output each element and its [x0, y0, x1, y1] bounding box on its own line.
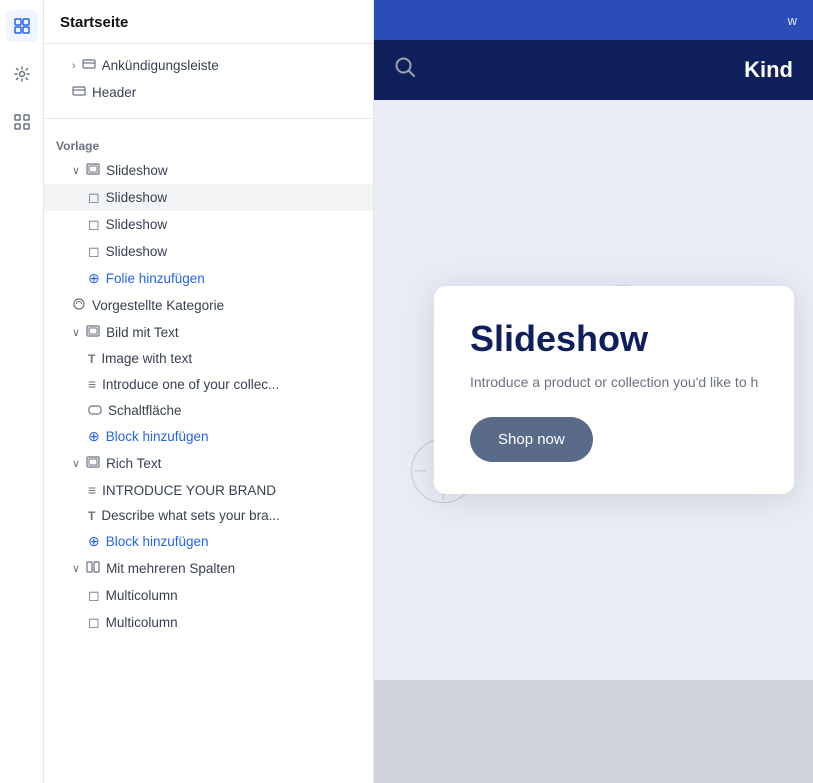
block-hinzufugen-2-button[interactable]: ⊕ Block hinzufügen: [44, 528, 373, 555]
rich-text-label: Rich Text: [106, 456, 361, 471]
slide-icon-1: ◻: [88, 189, 100, 206]
folie-hinzufugen-button[interactable]: ⊕ Folie hinzufügen: [44, 265, 373, 292]
sidebar-item-slideshow-3[interactable]: ◻ Slideshow: [44, 238, 373, 265]
topbar-text: w: [788, 13, 797, 28]
apps-icon[interactable]: [6, 106, 38, 138]
multi-icon-2: ◻: [88, 614, 100, 631]
btn-icon: [88, 402, 102, 418]
ankundigungsleiste-icon: [82, 57, 96, 74]
sections-icon[interactable]: [6, 10, 38, 42]
list-icon-2: ≡: [88, 482, 96, 498]
sidebar-item-rich-text[interactable]: ∨ Rich Text: [44, 450, 373, 477]
multicolumn-1-label: Multicolumn: [106, 588, 361, 603]
add-block-2-icon: ⊕: [88, 533, 100, 550]
image-with-text-label: Image with text: [101, 351, 361, 366]
brand-name: Kind: [744, 57, 793, 83]
vorlage-section: Vorlage ∨ Slideshow ◻ Slideshow ◻ Slides…: [44, 123, 373, 644]
mit-mehreren-label: Mit mehreren Spalten: [106, 561, 361, 576]
sidebar-item-bild-mit-text[interactable]: ∨ Bild mit Text: [44, 319, 373, 346]
sidebar-item-introduce-brand[interactable]: ≡ INTRODUCE YOUR BRAND: [44, 477, 373, 503]
block-hinzufugen-1-button[interactable]: ⊕ Block hinzufügen: [44, 423, 373, 450]
introduce-brand-label: INTRODUCE YOUR BRAND: [102, 483, 361, 498]
sidebar-item-header[interactable]: Header: [44, 79, 373, 106]
schaltflache-label: Schaltfläche: [108, 403, 361, 418]
sidebar-item-image-with-text[interactable]: T Image with text: [44, 346, 373, 371]
multicolumn-2-label: Multicolumn: [106, 615, 361, 630]
divider-1: [44, 118, 373, 119]
slideshow-2-label: Slideshow: [106, 217, 361, 232]
sidebar-content: › Ankündigungsleiste Header Vorlage: [44, 44, 373, 783]
preview-area: w Kind: [374, 0, 813, 783]
rich-text-icon: [86, 455, 100, 472]
sidebar-item-schaltflache[interactable]: Schaltfläche: [44, 397, 373, 423]
multi-icon-1: ◻: [88, 587, 100, 604]
sidebar-item-vorgestellte-kategorie[interactable]: Vorgestellte Kategorie: [44, 292, 373, 319]
introduce-one-label: Introduce one of your collec...: [102, 377, 361, 392]
spalten-icon: [86, 560, 100, 577]
sidebar-item-slideshow-1[interactable]: ◻ Slideshow: [44, 184, 373, 211]
sidebar-item-introduce-one[interactable]: ≡ Introduce one of your collec...: [44, 371, 373, 397]
slideshow-card-desc: Introduce a product or collection you'd …: [470, 372, 758, 393]
shop-now-button[interactable]: Shop now: [470, 417, 593, 462]
sidebar-item-mit-mehreren[interactable]: ∨ Mit mehreren Spalten: [44, 555, 373, 582]
list-icon-1: ≡: [88, 376, 96, 392]
slideshow-area: Slideshow Introduce a product or collect…: [374, 100, 813, 680]
sidebar-title: Startseite: [44, 0, 373, 44]
slideshow-card: Slideshow Introduce a product or collect…: [434, 286, 794, 494]
add-folie-icon: ⊕: [88, 270, 100, 287]
text-icon-1: T: [88, 352, 95, 366]
slideshow-card-title: Slideshow: [470, 318, 758, 360]
block-hinzufugen-1-label: Block hinzufügen: [106, 429, 361, 444]
slide-icon-2: ◻: [88, 216, 100, 233]
sidebar-item-slideshow-2[interactable]: ◻ Slideshow: [44, 211, 373, 238]
top-section: › Ankündigungsleiste Header: [44, 44, 373, 114]
sidebar-panel: Startseite › Ankündigungsleiste Header: [44, 0, 374, 783]
store-topbar: w: [374, 0, 813, 40]
describe-brand-label: Describe what sets your bra...: [101, 508, 361, 523]
bild-mit-text-icon: [86, 324, 100, 341]
spalten-chevron-icon: ∨: [72, 562, 80, 575]
slideshow-3-label: Slideshow: [106, 244, 361, 259]
slideshow-group-label: Slideshow: [106, 163, 361, 178]
slideshow-1-label: Slideshow: [106, 190, 361, 205]
chevron-right-icon: ›: [72, 60, 76, 72]
store-nav: Kind: [374, 40, 813, 100]
sidebar-item-ankundigungsleiste[interactable]: › Ankündigungsleiste: [44, 52, 373, 79]
header-label: Header: [92, 85, 361, 100]
slide-icon-3: ◻: [88, 243, 100, 260]
add-block-1-icon: ⊕: [88, 428, 100, 445]
header-icon: [72, 84, 86, 101]
sidebar-item-multicolumn-2[interactable]: ◻ Multicolumn: [44, 609, 373, 636]
vorlage-label: Vorlage: [44, 131, 373, 157]
bild-chevron-icon: ∨: [72, 326, 80, 339]
chevron-down-icon: ∨: [72, 164, 80, 177]
sidebar-item-describe-brand[interactable]: T Describe what sets your bra...: [44, 503, 373, 528]
vorgestellte-kategorie-label: Vorgestellte Kategorie: [92, 298, 361, 313]
icon-rail: [0, 0, 44, 783]
slideshow-group-icon: [86, 162, 100, 179]
vorlage-text: Vorlage: [56, 139, 361, 153]
sidebar-item-multicolumn-1[interactable]: ◻ Multicolumn: [44, 582, 373, 609]
sidebar-item-slideshow-group[interactable]: ∨ Slideshow: [44, 157, 373, 184]
ankundigungsleiste-label: Ankündigungsleiste: [102, 58, 361, 73]
kategorie-icon: [72, 297, 86, 314]
rich-text-chevron-icon: ∨: [72, 457, 80, 470]
search-icon[interactable]: [394, 56, 416, 84]
settings-icon[interactable]: [6, 58, 38, 90]
bild-mit-text-label: Bild mit Text: [106, 325, 361, 340]
block-hinzufugen-2-label: Block hinzufügen: [106, 534, 361, 549]
text-icon-2: T: [88, 509, 95, 523]
folie-hinzufugen-label: Folie hinzufügen: [106, 271, 361, 286]
